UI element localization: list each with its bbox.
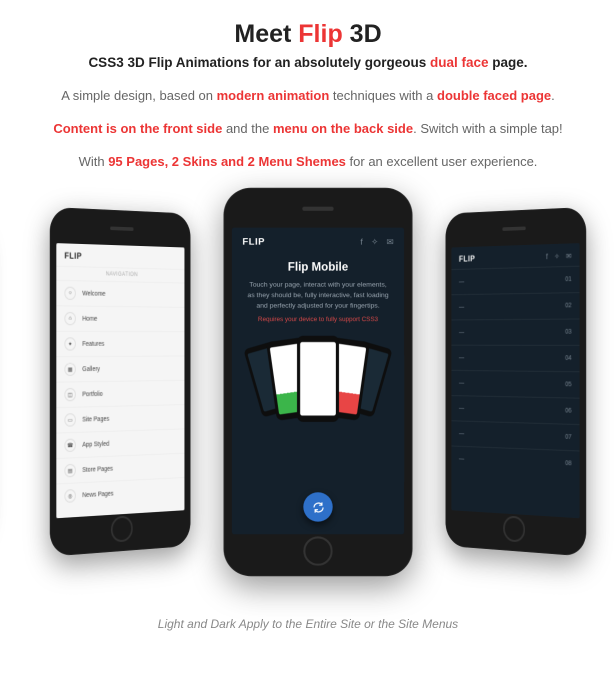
mail-icon: ✉ — [566, 251, 571, 260]
phone-menu-dark: FLIP f✧✉ —01 —02 —03 —04 —05 —06 —07 —08 — [446, 207, 587, 557]
twitter-icon: ✧ — [371, 237, 378, 246]
phone-showcase: FLIP Welco Elegance a Celebrating our UI… — [10, 197, 616, 607]
menu-item: ✦Features — [56, 331, 184, 356]
para-1: A simple design, based on modern animati… — [10, 88, 606, 103]
hero-title: Flip Mobile — [232, 261, 404, 274]
hero-desc: Touch your page, interact with your elem… — [232, 274, 404, 313]
hero-note: Requires your device to fully support CS… — [232, 317, 404, 323]
menu-item: ◎News Pages — [56, 477, 184, 509]
menu-item: ⌂Home — [56, 305, 184, 331]
refresh-fab — [303, 492, 332, 521]
phone-center: FLIP f ✧ ✉ Flip Mobile Touch your page, … — [224, 188, 413, 577]
menu-item: ▦Gallery — [56, 356, 184, 382]
title-part2: 3D — [343, 20, 382, 48]
menu-item: ○Welcome — [56, 280, 184, 307]
main-title: Meet Flip 3D — [10, 20, 606, 49]
refresh-icon — [311, 500, 325, 514]
promo-container: Meet Flip 3D CSS3 3D Flip Animations for… — [0, 0, 616, 631]
mail-icon: ✉ — [387, 237, 394, 246]
header-icons: f ✧ ✉ — [360, 237, 393, 246]
phone-menu-light: FLIP NAVIGATION ○Welcome ⌂Home ✦Features… — [50, 207, 191, 557]
para-2: Content is on the front side and the men… — [10, 121, 606, 136]
facebook-icon: f — [360, 237, 362, 246]
mini-phone-fan — [255, 336, 381, 441]
brand-logo: FLIP — [242, 236, 265, 247]
footer-caption: Light and Dark Apply to the Entire Site … — [10, 617, 606, 631]
twitter-icon: ✧ — [554, 252, 559, 261]
title-red: Flip — [298, 20, 342, 48]
subtitle: CSS3 3D Flip Animations for an absolutel… — [10, 55, 606, 70]
menu-item: ◫Portfolio — [56, 380, 184, 407]
title-part1: Meet — [234, 20, 298, 48]
facebook-icon: f — [546, 252, 548, 260]
para-3: With 95 Pages, 2 Skins and 2 Menu Shemes… — [10, 154, 606, 169]
